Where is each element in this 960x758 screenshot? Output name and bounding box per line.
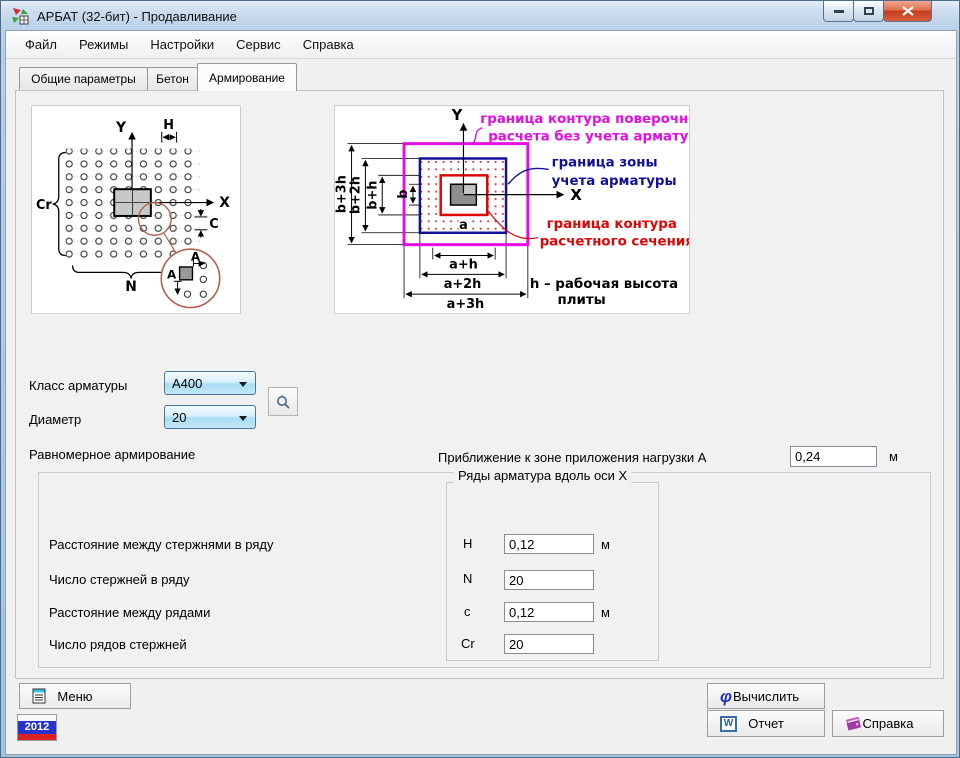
- diameter-select[interactable]: 20: [164, 405, 256, 429]
- minimize-button[interactable]: [823, 1, 854, 22]
- rows-groupbox-title: Ряды арматура вдоль оси Х: [454, 468, 631, 483]
- report-button[interactable]: W Отчет: [707, 710, 825, 737]
- row-unit-c: м: [601, 605, 610, 620]
- row-input-Cr[interactable]: [504, 634, 594, 654]
- dim-b3h: b+3h: [335, 175, 350, 213]
- menu-button[interactable]: Меню: [19, 683, 131, 709]
- close-icon: [902, 6, 914, 16]
- menu-list-icon: [32, 688, 46, 704]
- diameter-value: 20: [172, 410, 186, 425]
- dim-a3h: a+3h: [447, 297, 485, 312]
- approach-label: Приближение к зоне приложения нагрузки А: [438, 450, 706, 465]
- app-icon: [11, 7, 29, 25]
- tab-reinforcement[interactable]: Армирование: [197, 63, 297, 91]
- a-left-label: A: [167, 267, 177, 281]
- calculate-button-label: Вычислить: [733, 689, 799, 704]
- row-symbol-c: c: [464, 604, 471, 619]
- note-line1: h – рабочая высота: [530, 276, 678, 292]
- punching-contours-diagram: Y X b+3h b+2h b+h b a a+h a+2h a+3h гран…: [334, 105, 690, 314]
- y-axis-label: Y: [451, 106, 463, 124]
- maximize-icon: [864, 7, 874, 15]
- note-line2: плиты: [558, 293, 606, 308]
- legend-outer-line2: расчета без учета арматуры: [488, 129, 689, 145]
- menu-modes[interactable]: Режимы: [68, 33, 139, 56]
- dim-ah: a+h: [449, 257, 478, 272]
- uniform-reinforcement-label: Равномерное армирование: [29, 447, 195, 462]
- column-highlight: [463, 185, 475, 194]
- x-axis-label: X: [219, 195, 230, 211]
- rebar-grid-diagram: Y H X Cr C N A A: [31, 105, 241, 314]
- help-button[interactable]: Справка: [832, 710, 944, 737]
- dim-bh: b+h: [365, 181, 380, 210]
- rebar-class-select[interactable]: A400: [164, 371, 256, 395]
- help-button-label: Справка: [863, 716, 914, 731]
- row-label-rows-count: Число рядов стержней: [49, 637, 187, 652]
- row-symbol-N: N: [463, 571, 472, 586]
- cr-dim-label: Cr: [36, 198, 52, 213]
- book-icon: [845, 716, 863, 732]
- calculate-icon: φ: [720, 688, 732, 705]
- approach-unit: м: [889, 449, 898, 464]
- tab-concrete[interactable]: Бетон: [147, 67, 198, 90]
- row-label-spacing-rows: Расстояние между рядами: [49, 605, 210, 620]
- legend-zone-line1: граница зоны: [552, 155, 658, 170]
- legend-section-line2: расчетного сечения: [540, 235, 689, 250]
- cr-brace: [53, 153, 66, 256]
- n-dim-label: N: [125, 279, 137, 295]
- row-label-spacing-in-row: Расстояние между стержнями в ряду: [49, 537, 273, 552]
- menu-service[interactable]: Сервис: [225, 33, 292, 56]
- h-dim-label: H: [163, 118, 174, 133]
- c-dim-label: C: [209, 217, 218, 232]
- magnifier-icon: [275, 394, 291, 410]
- dim-a: a: [459, 218, 468, 233]
- window-title: АРБАТ (32-бит) - Продавливание: [37, 9, 237, 24]
- menu-bar: Файл Режимы Настройки Сервис Справка: [6, 31, 956, 59]
- approach-input[interactable]: [790, 446, 877, 467]
- dim-b: b: [396, 190, 411, 199]
- word-report-icon: W: [720, 716, 737, 732]
- legend-outer-line1: граница контура поверочного: [480, 112, 689, 127]
- chevron-down-icon: [239, 382, 247, 387]
- dim-b2h: b+2h: [348, 176, 363, 214]
- row-input-N[interactable]: [504, 570, 594, 590]
- year-badge: 2012: [17, 714, 57, 741]
- legend-zone-line2: учета арматуры: [552, 174, 677, 189]
- chevron-down-icon: [239, 416, 247, 421]
- h-dimension: [162, 132, 177, 143]
- y-axis-label: Y: [115, 120, 127, 136]
- a-top-label: A: [191, 250, 201, 264]
- menu-help[interactable]: Справка: [292, 33, 365, 56]
- close-button[interactable]: [883, 1, 932, 22]
- app-window: АРБАТ (32-бит) - Продавливание Файл Режи…: [0, 0, 960, 758]
- row-label-bars-count: Число стержней в ряду: [49, 572, 189, 587]
- report-button-label: Отчет: [748, 716, 784, 731]
- legend-section-line1: граница контура: [547, 217, 677, 232]
- row-input-c[interactable]: [504, 602, 594, 622]
- minimize-icon: [834, 10, 844, 13]
- row-symbol-Cr: Cr: [461, 636, 475, 651]
- maximize-button[interactable]: [853, 1, 884, 22]
- diameter-label: Диаметр: [29, 412, 81, 427]
- dim-a2h: a+2h: [444, 277, 482, 292]
- row-input-H[interactable]: [504, 534, 594, 554]
- row-symbol-H: H: [463, 536, 472, 551]
- rebar-class-label: Класс арматуры: [29, 378, 127, 393]
- preview-button[interactable]: [268, 387, 298, 416]
- row-unit-H: м: [601, 537, 610, 552]
- flag-red-stripe: [18, 734, 56, 740]
- rebar-class-value: A400: [172, 376, 202, 391]
- magenta-leader: [473, 128, 482, 143]
- menu-file[interactable]: Файл: [14, 33, 68, 56]
- menu-settings[interactable]: Настройки: [139, 33, 225, 56]
- tab-general-params[interactable]: Общие параметры: [19, 67, 148, 90]
- menu-button-label: Меню: [57, 689, 92, 704]
- year-badge-text: 2012: [18, 721, 56, 734]
- calculate-button[interactable]: φ Вычислить: [707, 683, 825, 709]
- inset-column: [180, 267, 193, 280]
